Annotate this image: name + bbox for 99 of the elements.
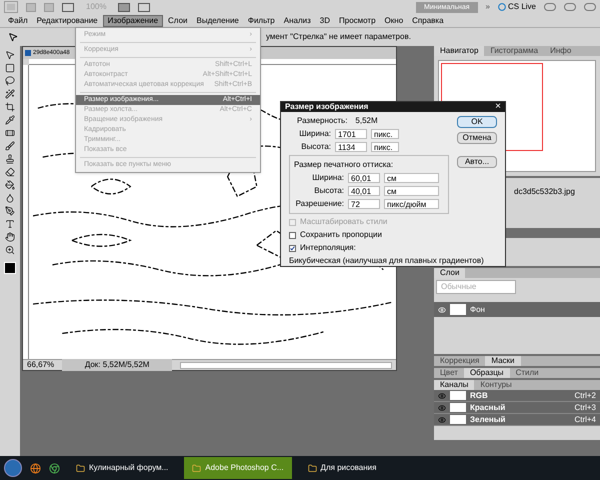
channel-row[interactable]: Красный Ctrl+3 xyxy=(434,402,600,414)
menu-item[interactable]: Фильтр xyxy=(244,16,279,26)
channel-row[interactable]: RGB Ctrl+2 xyxy=(434,390,600,402)
menu-item[interactable]: 3D xyxy=(316,16,334,26)
channel-name: Зеленый xyxy=(470,414,506,426)
menu-item[interactable]: Окно xyxy=(380,16,408,26)
cs-live-icon xyxy=(498,3,506,11)
panel-tab[interactable]: Навигатор xyxy=(434,46,484,56)
menu-item[interactable]: Анализ xyxy=(280,16,315,26)
field-label: Ширина: xyxy=(298,129,331,139)
visibility-icon[interactable] xyxy=(438,404,446,412)
input-field[interactable]: 40,01 xyxy=(348,186,380,196)
tool-icon[interactable] xyxy=(5,141,15,151)
group-label: Размер печатного оттиска: xyxy=(294,160,394,170)
options-hint: умент "Стрелка" не имеет параметров. xyxy=(266,31,411,43)
arrange-icon[interactable] xyxy=(118,2,130,12)
ps-document-icon xyxy=(25,50,31,56)
checkbox-label: Сохранить пропорции xyxy=(300,230,382,240)
view-extras-icon[interactable] xyxy=(62,2,74,12)
field-label: Размерность: xyxy=(297,116,348,126)
panel-tab[interactable]: Стили xyxy=(510,368,545,378)
layer-thumbnail xyxy=(450,304,466,315)
tool-icon[interactable] xyxy=(5,102,15,112)
panel-tab[interactable]: Слои xyxy=(434,268,466,278)
zoom-readout: 66,67% xyxy=(27,359,54,371)
taskbar-button[interactable]: Adobe Photoshop C... xyxy=(184,457,292,479)
color-swatch-icon[interactable] xyxy=(4,262,16,274)
move-tool-icon[interactable] xyxy=(8,32,18,42)
unit-dropdown[interactable]: пикс. xyxy=(371,129,399,139)
doc-size-readout: Док: 5,52M/5,52M xyxy=(62,359,172,371)
channel-name: RGB xyxy=(470,390,489,402)
visibility-icon[interactable] xyxy=(438,392,446,400)
input-field[interactable]: 60,01 xyxy=(348,173,380,183)
field-label: Ширина: xyxy=(311,173,344,183)
unit-dropdown[interactable]: см xyxy=(384,186,439,196)
panel-tab[interactable]: Гистограмма xyxy=(484,46,544,56)
input-field[interactable]: 1134 xyxy=(335,142,367,152)
tool-icon[interactable] xyxy=(5,193,15,203)
panel-tab[interactable]: Образцы xyxy=(464,368,510,378)
browser-icon[interactable] xyxy=(30,462,41,474)
visibility-icon[interactable] xyxy=(438,416,446,424)
tool-icon[interactable] xyxy=(5,115,15,125)
field-label: Высота: xyxy=(300,142,331,152)
menu-item[interactable]: Просмотр xyxy=(335,16,380,26)
app-icon xyxy=(76,464,85,472)
checkbox-label: Масштабировать стили xyxy=(300,217,388,227)
panel-tab[interactable]: Цвет xyxy=(434,368,464,378)
start-button[interactable] xyxy=(4,459,22,477)
shortcut-label: Ctrl+3 xyxy=(574,402,596,414)
cs-live-button[interactable]: CS Live xyxy=(498,1,536,13)
channel-name: Красный xyxy=(470,402,506,414)
field-label: Разрешение: xyxy=(294,199,344,209)
dialog-button[interactable]: Отмена xyxy=(457,132,497,144)
tool-icon[interactable] xyxy=(5,245,15,255)
panel-tab[interactable]: Инфо xyxy=(544,46,578,56)
menu-item[interactable]: Справка xyxy=(408,16,448,26)
panel-tab[interactable]: Коррекция xyxy=(434,356,486,366)
unit-dropdown[interactable]: пикс/дюйм xyxy=(384,199,439,209)
unit-dropdown[interactable]: см xyxy=(384,173,439,183)
checkbox-label: Интерполяция: xyxy=(300,243,356,253)
field-value: 5,52M xyxy=(355,116,378,126)
dialog-button[interactable]: Авто... xyxy=(457,156,497,168)
tool-icon[interactable] xyxy=(5,128,15,138)
tool-icon[interactable] xyxy=(5,89,15,99)
panel-tab[interactable]: Контуры xyxy=(474,380,518,390)
menu-item[interactable]: Редактирование xyxy=(32,16,102,26)
field-label: Высота: xyxy=(313,186,344,196)
unit-dropdown[interactable]: пикс. xyxy=(371,142,399,152)
checkbox[interactable] xyxy=(289,244,296,252)
layer-name: Фон xyxy=(470,304,485,316)
tool-icon[interactable] xyxy=(5,232,15,242)
screen-mode-icon[interactable] xyxy=(138,2,150,12)
tool-icon[interactable] xyxy=(5,206,15,216)
more-workspaces[interactable]: » xyxy=(486,1,490,13)
menu-item[interactable]: Файл xyxy=(4,16,32,26)
tool-icon[interactable] xyxy=(5,167,15,177)
panel-tab[interactable]: Маски xyxy=(485,356,521,366)
menu-item[interactable]: Выделение xyxy=(192,16,243,26)
app-icon xyxy=(308,464,317,472)
dialog-title: Размер изображения xyxy=(285,102,368,112)
close-button[interactable]: × xyxy=(495,102,501,112)
layer-row[interactable]: Фон xyxy=(434,302,600,317)
tool-icon[interactable] xyxy=(5,219,15,229)
shortcut-label: Ctrl+4 xyxy=(574,414,596,426)
channel-row[interactable]: Зеленый Ctrl+4 xyxy=(434,414,600,426)
panel-tab[interactable]: Каналы xyxy=(434,380,474,390)
shortcut-label: Ctrl+2 xyxy=(574,390,596,402)
menu-item[interactable]: Изображение xyxy=(102,14,164,26)
tool-icon[interactable] xyxy=(5,154,15,164)
tool-icon[interactable] xyxy=(5,180,15,190)
tool-icon[interactable] xyxy=(5,76,15,86)
checkbox[interactable] xyxy=(289,232,296,238)
dialog-button[interactable]: OK xyxy=(457,116,497,128)
horizontal-scrollbar[interactable] xyxy=(180,362,392,368)
browser-icon[interactable] xyxy=(49,462,60,474)
input-field[interactable]: 72 xyxy=(348,199,380,209)
menu-item[interactable]: Слои xyxy=(164,16,192,26)
app-icon xyxy=(192,464,202,472)
input-field[interactable]: 1701 xyxy=(335,129,367,139)
